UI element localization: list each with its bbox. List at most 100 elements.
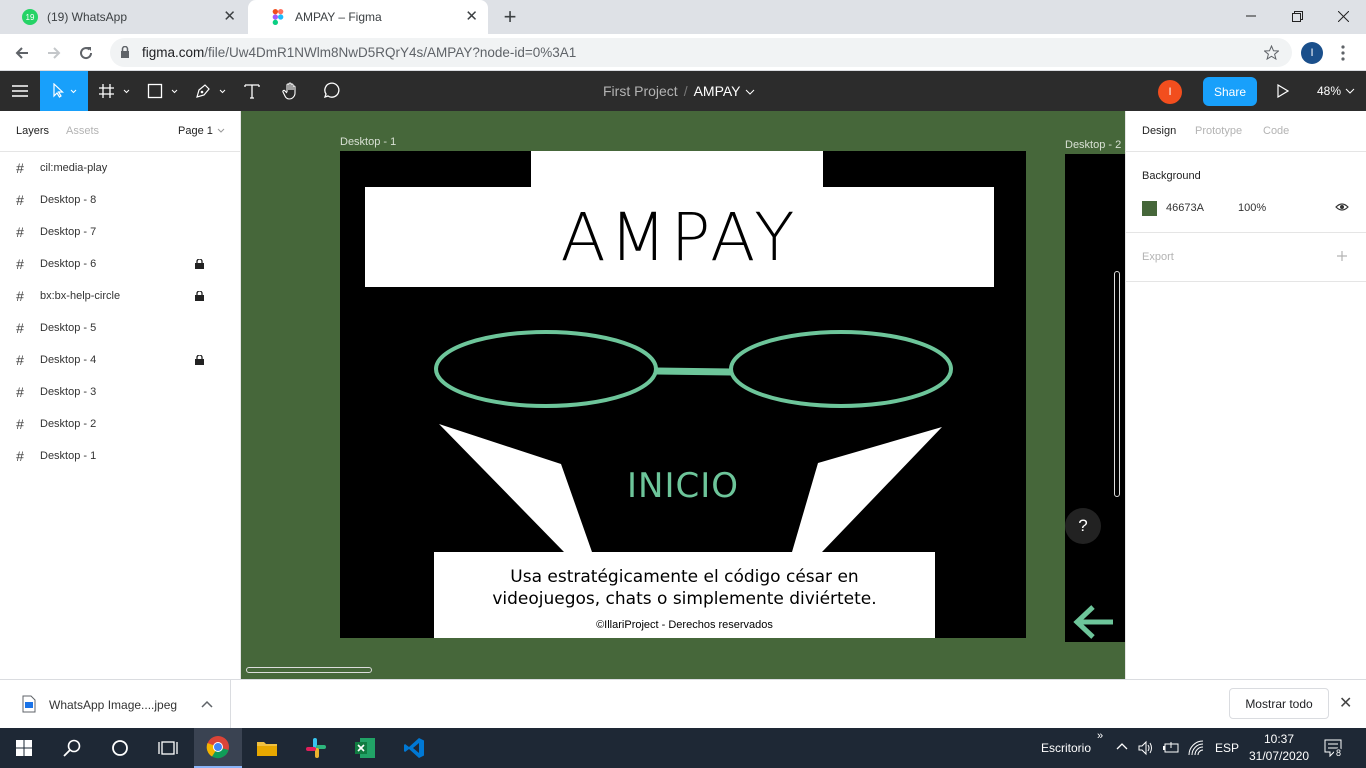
layer-row[interactable]: # Desktop - 3 [0,376,240,408]
browser-menu-button[interactable] [1330,40,1356,66]
frame-hash-icon: # [16,384,24,400]
left-panel-tabs: Layers Assets Page 1 [0,111,240,152]
lock-icon[interactable] [195,291,204,301]
lock-icon[interactable] [195,355,204,365]
help-button[interactable]: ? [1065,508,1101,544]
download-file-name: WhatsApp Image....jpeg [49,698,178,712]
reload-button[interactable] [73,40,99,66]
move-tool-button[interactable] [40,71,88,111]
document-title[interactable]: AMPAY [694,83,741,99]
layer-name: Desktop - 6 [40,258,97,270]
search-button[interactable] [48,728,96,768]
clock-date[interactable]: 31/07/2020 [1249,749,1309,763]
profile-avatar[interactable]: I [1301,42,1323,64]
arrow-left-icon [1073,605,1113,639]
background-opacity-input[interactable]: 100% [1238,202,1266,214]
layer-row[interactable]: # cil:media-play [0,152,240,184]
file-breadcrumb[interactable]: First Project / AMPAY [603,83,755,99]
vertical-scrollbar[interactable] [1114,271,1120,497]
lock-icon[interactable] [195,259,204,269]
horizontal-scrollbar[interactable] [246,667,372,673]
comment-tool-button[interactable] [319,71,343,111]
user-avatar[interactable]: I [1158,80,1182,104]
close-window-button[interactable] [1320,0,1366,32]
main-menu-button[interactable] [0,71,40,111]
close-tab-icon[interactable]: ✕ [223,9,236,25]
layer-row[interactable]: # Desktop - 4 [0,344,240,376]
tab-prototype[interactable]: Prototype [1195,125,1242,137]
vscode-button[interactable] [390,728,438,768]
layer-name: Desktop - 3 [40,386,97,398]
restore-button[interactable] [1274,0,1320,32]
wifi-icon[interactable] [1188,740,1204,756]
tab-code[interactable]: Code [1263,125,1289,137]
address-bar[interactable]: figma.com/file/Uw4DmR1NWlm8NwD5RQrY4s/AM… [110,38,1292,67]
cortana-button[interactable] [96,728,144,768]
layer-name: Desktop - 4 [40,354,97,366]
hand-tool-button[interactable] [279,71,303,111]
clock-time[interactable]: 10:37 [1264,732,1294,746]
download-item[interactable]: WhatsApp Image....jpeg [4,680,231,729]
layer-row[interactable]: # Desktop - 1 [0,440,240,472]
canvas[interactable]: Desktop - 1 Desktop - 2 AMPAY INICIO Usa… [241,111,1125,679]
pen-tool-button[interactable] [192,71,232,111]
zoom-level: 48% [1317,84,1342,98]
zoom-dropdown[interactable]: 48% [1317,84,1355,98]
chevron-down-icon [745,89,754,95]
layer-row[interactable]: # bx:bx-help-circle [0,280,240,312]
chevron-up-icon[interactable] [201,700,213,708]
project-name[interactable]: First Project [603,83,678,99]
background-hex-input[interactable]: 46673A [1166,202,1204,214]
layer-row[interactable]: # Desktop - 2 [0,408,240,440]
file-explorer-button[interactable] [243,728,291,768]
tab-design[interactable]: Design [1142,125,1176,137]
battery-icon[interactable] [1162,740,1180,756]
plus-icon[interactable] [1337,251,1347,261]
desktop-1-frame[interactable]: AMPAY INICIO Usa estratégicamente el cód… [340,151,1026,638]
language-indicator[interactable]: ESP [1215,741,1239,755]
frame-hash-icon: # [16,256,24,272]
eye-icon[interactable] [1335,202,1349,212]
layer-row[interactable]: # Desktop - 7 [0,216,240,248]
chevron-up-icon[interactable] [1116,742,1128,750]
chrome-taskbar-button[interactable] [194,728,242,768]
show-all-downloads-button[interactable]: Mostrar todo [1229,688,1329,719]
minimize-button[interactable] [1228,0,1274,32]
frame-tool-button[interactable] [96,71,136,111]
task-view-button[interactable] [144,728,192,768]
page-selector[interactable]: Page 1 [178,125,225,137]
shape-tool-button[interactable] [144,71,184,111]
frame-label[interactable]: Desktop - 1 [340,136,396,148]
close-tab-icon[interactable]: ✕ [465,9,478,25]
figma-icon [272,9,284,25]
layer-row[interactable]: # Desktop - 5 [0,312,240,344]
tab-whatsapp[interactable]: 19 (19) WhatsApp ✕ [0,0,246,34]
share-button[interactable]: Share [1203,77,1257,106]
excel-button[interactable] [341,728,389,768]
slack-button[interactable] [292,728,340,768]
excel-icon [355,738,375,758]
forward-button[interactable] [41,40,67,66]
layer-row[interactable]: # Desktop - 6 [0,248,240,280]
start-button[interactable] [0,728,48,768]
frame-label[interactable]: Desktop - 2 [1065,139,1121,151]
tab-figma[interactable]: AMPAY – Figma ✕ [248,0,488,34]
text-tool-button[interactable] [240,71,264,111]
desktop-toolbar-label[interactable]: Escritorio [1041,741,1091,755]
background-section-title: Background [1142,170,1201,182]
frame-hash-icon: # [16,352,24,368]
browser-tab-bar: 19 (19) WhatsApp ✕ AMPAY – Figma ✕ + [0,0,1366,34]
chevron-right-double-icon[interactable]: » [1097,730,1103,742]
tab-layers[interactable]: Layers [16,125,49,137]
background-color-swatch[interactable] [1142,201,1157,216]
bookmark-star-icon[interactable] [1264,45,1279,60]
new-tab-button[interactable]: + [498,5,522,29]
back-arrow-icon [15,47,28,59]
volume-icon[interactable] [1138,740,1154,756]
tab-assets[interactable]: Assets [66,125,99,137]
present-button[interactable] [1270,71,1296,111]
left-lens [434,330,658,408]
back-button[interactable] [9,40,35,66]
close-download-bar-icon[interactable]: ✕ [1339,693,1352,713]
layer-row[interactable]: # Desktop - 8 [0,184,240,216]
